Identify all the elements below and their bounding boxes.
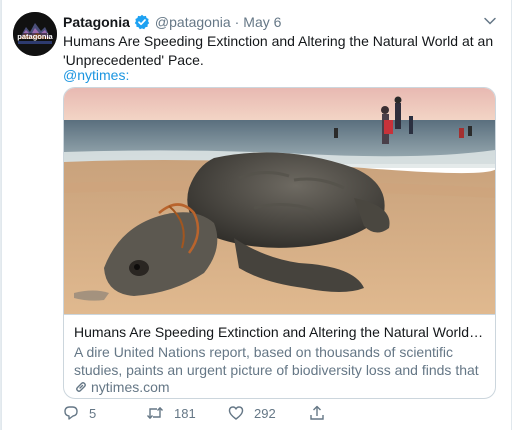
reply-icon [64, 406, 78, 420]
like-button[interactable]: 292 [228, 405, 276, 421]
patagonia-logo: patagonia [13, 12, 57, 56]
separator-dot: · [234, 14, 240, 30]
like-count: 292 [254, 405, 276, 421]
chevron-down-icon[interactable] [483, 14, 497, 31]
tweet-text: Humans Are Speeding Extinction and Alter… [63, 33, 494, 68]
link-icon [76, 382, 86, 392]
card-domain-text: nytimes.com [91, 379, 170, 395]
share-button[interactable] [309, 405, 335, 421]
tweet-date[interactable]: May 6 [243, 14, 281, 30]
tweet-header: Patagonia @patagonia · May 6 [63, 12, 497, 32]
heart-icon [228, 406, 244, 420]
tweet[interactable]: patagonia Patagonia @patagonia · May 6 H… [1, 0, 512, 430]
card-domain[interactable]: nytimes.com [74, 379, 170, 395]
card-description: A dire United Nations report, based on t… [74, 344, 479, 378]
avatar-logo-text: patagonia [17, 32, 53, 41]
card-image[interactable] [64, 88, 495, 314]
tweet-actions: 5 181 292 [63, 405, 363, 425]
retweet-button[interactable]: 181 [146, 405, 196, 421]
link-card[interactable]: Humans Are Speeding Extinction and Alter… [63, 87, 496, 399]
mention-link[interactable]: @nytimes: [63, 67, 129, 83]
card-title[interactable]: Humans Are Speeding Extinction and Alter… [74, 324, 485, 340]
card-body[interactable]: Humans Are Speeding Extinction and Alter… [64, 314, 495, 398]
reply-count: 5 [89, 405, 97, 421]
retweet-icon [146, 407, 164, 419]
avatar[interactable]: patagonia [13, 12, 57, 56]
share-icon [310, 405, 324, 420]
verified-badge-icon [134, 14, 150, 30]
retweet-count: 181 [174, 405, 196, 421]
author-name[interactable]: Patagonia [63, 14, 130, 30]
reply-button[interactable]: 5 [63, 405, 96, 421]
author-handle[interactable]: @patagonia [155, 14, 231, 30]
